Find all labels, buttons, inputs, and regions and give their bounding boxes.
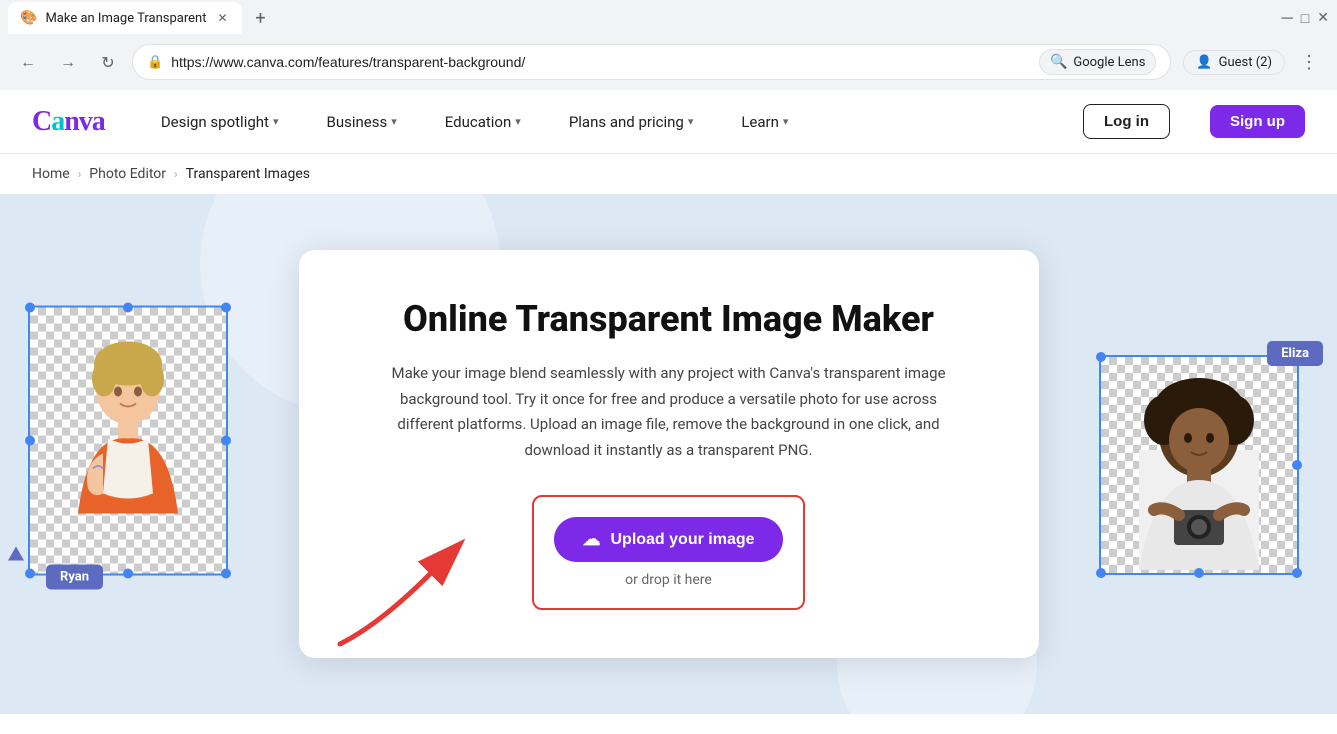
canva-logo[interactable]: Canva <box>32 106 105 138</box>
selection-handle <box>25 436 35 446</box>
chevron-down-icon: ▾ <box>273 115 279 128</box>
page-content: Canva Design spotlight ▾ Business ▾ Educ… <box>0 90 1337 734</box>
selection-handle <box>1096 352 1106 362</box>
chevron-down-icon: ▾ <box>515 115 521 128</box>
reload-button[interactable]: ↻ <box>92 46 124 78</box>
chevron-down-icon: ▾ <box>688 115 694 128</box>
security-icon: 🔒 <box>147 55 163 70</box>
profile-label: Guest (2) <box>1219 55 1272 70</box>
selection-handle <box>221 303 231 313</box>
person-svg-right <box>1109 360 1289 570</box>
person-name-badge-right: Eliza <box>1267 341 1323 366</box>
breadcrumb-separator: › <box>174 167 178 181</box>
selection-handle <box>123 303 133 313</box>
nav-label-plans: Plans and pricing <box>569 113 684 131</box>
nav-bar: ← → ↻ 🔒 🔍 Google Lens 👤 Guest (2) ⋮ <box>0 36 1337 88</box>
upload-button[interactable]: ☁ Upload your image <box>554 517 782 562</box>
selection-handle <box>1096 568 1106 578</box>
selection-frame-left <box>28 306 238 576</box>
close-window-button[interactable]: ✕ <box>1317 10 1329 26</box>
person-name-badge-left: Ryan <box>46 565 103 590</box>
rotation-indicator <box>8 547 24 561</box>
upload-button-label: Upload your image <box>610 531 754 549</box>
browser-chrome: 🎨 Make an Image Transparent ✕ + ─ □ ✕ ← … <box>0 0 1337 90</box>
tab-title: Make an Image Transparent <box>45 11 206 26</box>
selection-handle <box>1292 460 1302 470</box>
hero-description: Make your image blend seamlessly with an… <box>389 361 949 463</box>
left-person-container: Ryan <box>28 306 238 576</box>
login-button[interactable]: Log in <box>1083 104 1170 139</box>
upload-icon: ☁ <box>582 529 600 550</box>
google-lens-icon: 🔍 <box>1050 54 1067 70</box>
nav-label-learn: Learn <box>741 113 779 131</box>
selection-frame-right: Eliza <box>1099 355 1309 575</box>
forward-button[interactable]: → <box>52 46 84 78</box>
profile-icon: 👤 <box>1196 55 1212 70</box>
drop-text: or drop it here <box>625 572 712 588</box>
selection-handle <box>25 303 35 313</box>
person-image-right <box>1101 357 1297 573</box>
breadcrumb: Home › Photo Editor › Transparent Images <box>0 154 1337 194</box>
selection-handle <box>1292 568 1302 578</box>
hero-section: Ryan Online Transparent Image Maker Make… <box>0 194 1337 714</box>
selection-handle <box>221 569 231 579</box>
address-bar[interactable]: 🔒 🔍 Google Lens <box>132 44 1171 80</box>
tab-bar: 🎨 Make an Image Transparent ✕ + ─ □ ✕ <box>0 0 1337 36</box>
signup-button[interactable]: Sign up <box>1210 105 1305 138</box>
selection-handle <box>123 569 133 579</box>
arrow-indicator <box>320 514 500 654</box>
tab-favicon: 🎨 <box>20 10 37 26</box>
chevron-down-icon: ▾ <box>783 115 789 128</box>
person-image-left <box>30 308 226 574</box>
selection-handle <box>1194 568 1204 578</box>
active-tab[interactable]: 🎨 Make an Image Transparent ✕ <box>8 2 242 34</box>
breadcrumb-home[interactable]: Home <box>32 166 70 182</box>
profile-button[interactable]: 👤 Guest (2) <box>1183 50 1285 75</box>
person-svg-left <box>48 334 208 574</box>
hero-title: Online Transparent Image Maker <box>359 298 979 341</box>
selection-handle <box>25 569 35 579</box>
nav-item-plans[interactable]: Plans and pricing ▾ <box>561 109 702 135</box>
breadcrumb-current-page: Transparent Images <box>186 166 310 182</box>
site-header: Canva Design spotlight ▾ Business ▾ Educ… <box>0 90 1337 154</box>
nav-item-learn[interactable]: Learn ▾ <box>733 109 796 135</box>
chevron-down-icon: ▾ <box>391 115 397 128</box>
nav-label-education: Education <box>445 113 512 131</box>
maximize-button[interactable]: □ <box>1301 10 1309 27</box>
nav-label-business: Business <box>326 113 387 131</box>
nav-item-design-spotlight[interactable]: Design spotlight ▾ <box>153 109 287 135</box>
breadcrumb-separator: › <box>78 167 82 181</box>
right-person-container: Eliza <box>1099 355 1309 575</box>
browser-more-button[interactable]: ⋮ <box>1293 46 1325 78</box>
tab-close-button[interactable]: ✕ <box>214 10 230 26</box>
url-input[interactable] <box>171 54 1031 70</box>
nav-label-design-spotlight: Design spotlight <box>161 113 269 131</box>
new-tab-button[interactable]: + <box>246 4 274 32</box>
google-lens-button[interactable]: 🔍 Google Lens <box>1039 49 1156 75</box>
nav-item-education[interactable]: Education ▾ <box>437 109 529 135</box>
breadcrumb-photo-editor[interactable]: Photo Editor <box>89 166 166 182</box>
nav-item-business[interactable]: Business ▾ <box>318 109 404 135</box>
upload-area: ☁ Upload your image or drop it here <box>532 495 804 610</box>
back-button[interactable]: ← <box>12 46 44 78</box>
minimize-button[interactable]: ─ <box>1281 8 1292 28</box>
google-lens-label: Google Lens <box>1073 55 1145 70</box>
selection-handle <box>221 436 231 446</box>
